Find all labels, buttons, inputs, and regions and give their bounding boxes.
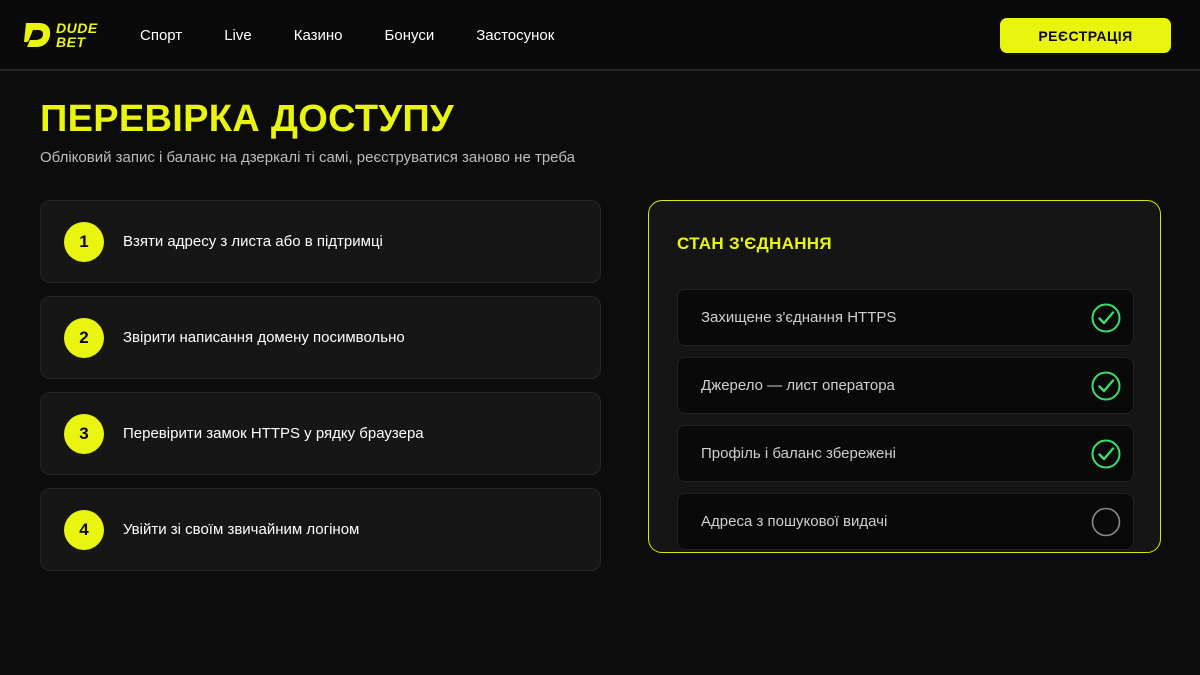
- brand-logo[interactable]: DUDE BET: [24, 19, 104, 51]
- step-text: Взяти адресу з листа або в підтримці: [123, 233, 383, 250]
- status-label: Адреса з пошукової видачі: [701, 513, 888, 530]
- page-title: ПЕРЕВІРКА ДОСТУПУ: [40, 98, 454, 140]
- step-card: 1 Взяти адресу з листа або в підтримці: [40, 200, 601, 283]
- step-number-badge: 3: [64, 413, 104, 454]
- connection-status-panel: СТАН З'ЄДНАННЯ Захищене з'єднання HTTPS …: [648, 200, 1161, 553]
- nav-item-bonuses[interactable]: Бонуси: [385, 27, 435, 44]
- step-card: 3 Перевірити замок HTTPS у рядку браузер…: [40, 392, 601, 475]
- status-label: Профіль і баланс збережені: [701, 445, 896, 462]
- step-card: 2 Звірити написання домену посимвольно: [40, 296, 601, 379]
- status-label: Захищене з'єднання HTTPS: [701, 309, 897, 326]
- status-row: Адреса з пошукової видачі: [677, 493, 1134, 550]
- step-text: Звірити написання домену посимвольно: [123, 329, 405, 346]
- step-card: 4 Увійти зі своїм звичайним логіном: [40, 488, 601, 571]
- access-steps-list: 1 Взяти адресу з листа або в підтримці 2…: [40, 200, 601, 584]
- logo-line-2: BET: [56, 34, 86, 50]
- status-panel-title: СТАН З'ЄДНАННЯ: [677, 234, 832, 253]
- check-circle-icon: [1091, 371, 1121, 400]
- status-row: Профіль і баланс збережені: [677, 425, 1134, 482]
- nav-item-live[interactable]: Live: [224, 27, 252, 44]
- nav-item-casino[interactable]: Казино: [294, 27, 343, 44]
- status-label: Джерело — лист оператора: [701, 377, 895, 394]
- step-number-badge: 1: [64, 221, 104, 262]
- nav-item-sport[interactable]: Спорт: [140, 27, 182, 44]
- empty-circle-icon: [1091, 507, 1121, 536]
- page-subtitle: Обліковий запис і баланс на дзеркалі ті …: [40, 149, 575, 166]
- status-row: Джерело — лист оператора: [677, 357, 1134, 414]
- register-button[interactable]: РЕЄСТРАЦІЯ: [1000, 18, 1171, 53]
- logo-line-1: DUDE: [56, 20, 98, 36]
- step-text: Перевірити замок HTTPS у рядку браузера: [123, 425, 424, 442]
- step-number-badge: 4: [64, 509, 104, 550]
- main-nav: Спорт Live Казино Бонуси Застосунок: [140, 0, 596, 70]
- step-text: Увійти зі своїм звичайним логіном: [123, 521, 360, 538]
- check-circle-icon: [1091, 439, 1121, 468]
- check-circle-icon: [1091, 303, 1121, 332]
- nav-item-app[interactable]: Застосунок: [476, 27, 554, 44]
- status-checklist: Захищене з'єднання HTTPS Джерело — лист …: [677, 289, 1134, 561]
- top-navigation-bar: DUDE BET Спорт Live Казино Бонуси Застос…: [0, 0, 1200, 71]
- logo-wordmark: DUDE BET: [56, 21, 98, 49]
- logo-mark-icon: [24, 23, 51, 47]
- step-number-badge: 2: [64, 317, 104, 358]
- status-row: Захищене з'єднання HTTPS: [677, 289, 1134, 346]
